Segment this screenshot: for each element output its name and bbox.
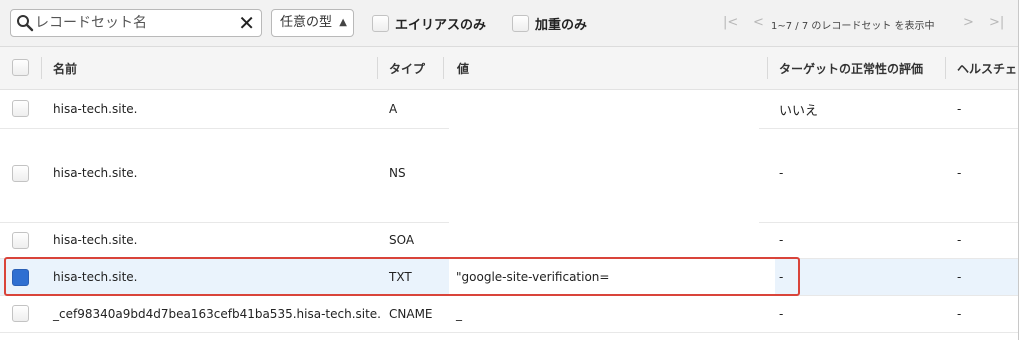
- next-page-icon[interactable]: >: [963, 15, 974, 30]
- column-divider: [377, 57, 378, 79]
- column-divider: [41, 57, 42, 79]
- column-divider: [443, 57, 444, 79]
- row-checkbox[interactable]: [12, 100, 29, 117]
- pager-text: 1~7 / 7 のレコードセット を表示中: [771, 21, 935, 32]
- type-select[interactable]: 任意の型 ▲: [271, 9, 354, 37]
- record-type: A: [389, 102, 398, 116]
- first-page-icon[interactable]: |<: [723, 15, 738, 30]
- record-type: NS: [389, 166, 406, 180]
- record-name: hisa-tech.site.: [53, 102, 138, 116]
- evaluate-health-value: -: [779, 233, 784, 247]
- alias-only-label: エイリアスのみ: [395, 18, 487, 33]
- record-value: _: [456, 307, 462, 321]
- evaluate-health-value: -: [779, 166, 784, 180]
- record-name: hisa-tech.site.: [53, 233, 138, 247]
- record-set-panel: ✕ 任意の型 ▲ エイリアスのみ 加重のみ |< < 1~7 / 7 のレコード…: [0, 0, 1019, 340]
- select-arrows-icon: ▲: [339, 17, 347, 28]
- evaluate-health-value: いいえ: [779, 104, 819, 119]
- select-all-checkbox[interactable]: [12, 59, 29, 76]
- column-header-health-check[interactable]: ヘルスチェ: [957, 60, 1017, 77]
- record-name: _cef98340a9bd4d7bea163cefb41ba535.hisa-t…: [53, 307, 381, 321]
- column-header-type[interactable]: タイプ: [389, 60, 425, 77]
- selection-highlight-box: [4, 257, 800, 296]
- clear-icon[interactable]: ✕: [238, 13, 255, 33]
- weighted-only-label: 加重のみ: [535, 18, 588, 33]
- column-divider: [945, 57, 946, 79]
- toolbar: ✕ 任意の型 ▲ エイリアスのみ 加重のみ |< < 1~7 / 7 のレコード…: [0, 0, 1018, 47]
- record-type: CNAME: [389, 307, 433, 321]
- last-page-icon[interactable]: >|: [989, 15, 1004, 30]
- evaluate-health-value: -: [779, 307, 784, 321]
- table-header: 名前 タイプ 値 ターゲットの正常性の評価 ヘルスチェ: [0, 47, 1018, 90]
- alias-only-checkbox[interactable]: [372, 15, 389, 32]
- column-header-name[interactable]: 名前: [53, 60, 77, 77]
- prev-page-icon[interactable]: <: [753, 15, 764, 30]
- weighted-only-checkbox[interactable]: [512, 15, 529, 32]
- type-select-label: 任意の型: [280, 15, 333, 30]
- value-column-blank: [449, 90, 759, 258]
- column-header-evaluate-health[interactable]: ターゲットの正常性の評価: [779, 60, 923, 77]
- table-row[interactable]: _cef98340a9bd4d7bea163cefb41ba535.hisa-t…: [0, 296, 1018, 333]
- health-check-value: -: [957, 307, 962, 321]
- health-check-value: -: [957, 270, 962, 284]
- record-type: SOA: [389, 233, 415, 247]
- health-check-value: -: [957, 166, 962, 180]
- health-check-value: -: [957, 233, 962, 247]
- search-input[interactable]: [35, 13, 230, 33]
- row-checkbox[interactable]: [12, 165, 29, 182]
- column-header-value[interactable]: 値: [457, 60, 469, 77]
- search-box[interactable]: ✕: [10, 9, 262, 37]
- record-name: hisa-tech.site.: [53, 166, 138, 180]
- search-icon: [17, 15, 34, 32]
- column-divider: [767, 57, 768, 79]
- row-checkbox[interactable]: [12, 305, 29, 322]
- row-checkbox[interactable]: [12, 232, 29, 249]
- health-check-value: -: [957, 102, 962, 116]
